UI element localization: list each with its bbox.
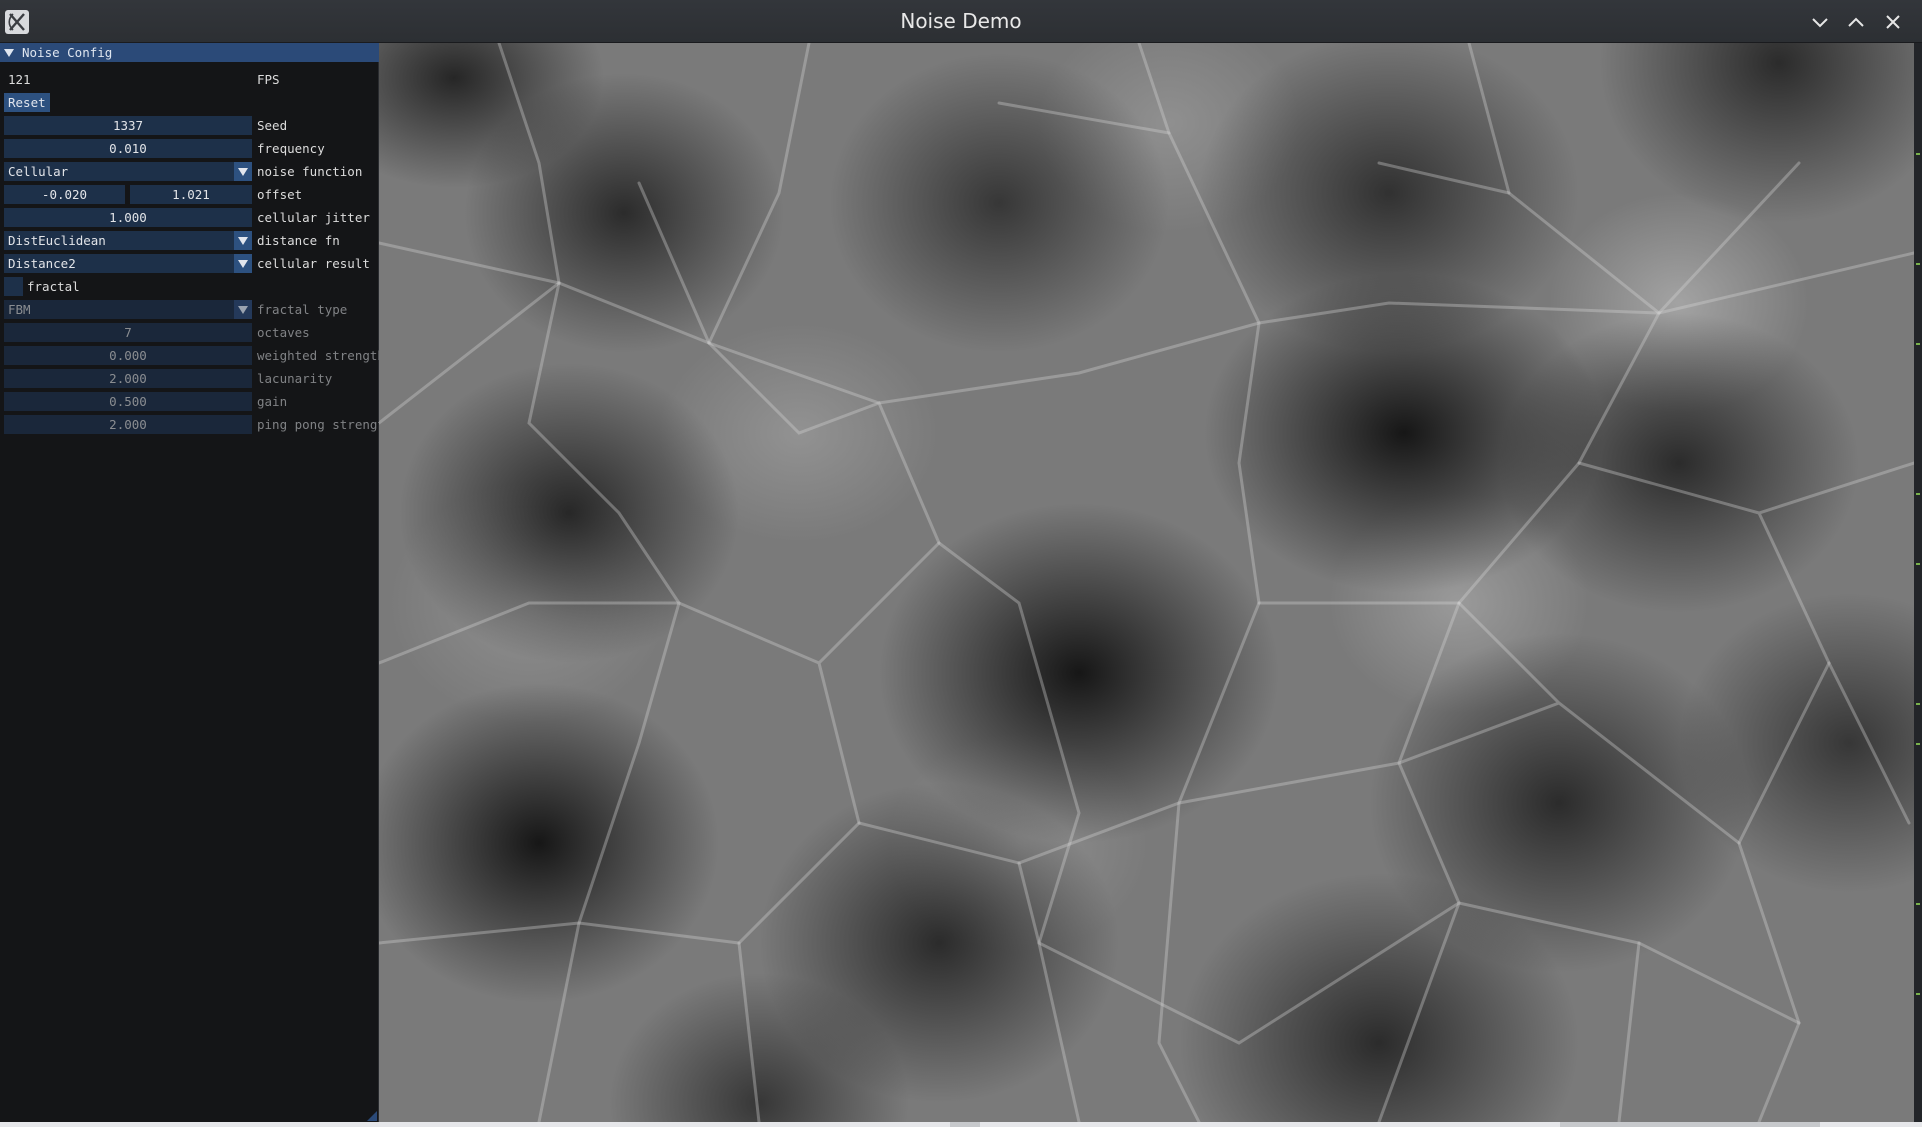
fractal-label: fractal: [27, 279, 80, 294]
cellular-result-dropdown[interactable]: Distance2: [4, 254, 252, 273]
panel-title: Noise Config: [22, 45, 113, 60]
taskbar-edge: [0, 1122, 1922, 1127]
fractal-type-dropdown[interactable]: FBM: [4, 300, 252, 319]
ping-pong-strength-slider[interactable]: 2.000: [4, 415, 252, 434]
dropdown-arrow-icon[interactable]: [234, 254, 252, 273]
gain-row: 0.500 gain: [0, 392, 379, 411]
dropdown-arrow-icon[interactable]: [234, 162, 252, 181]
lacunarity-row: 2.000 lacunarity: [0, 369, 379, 388]
gain-label: gain: [257, 394, 288, 409]
weighted-strength-slider[interactable]: 0.000: [4, 346, 252, 365]
offset-x-input[interactable]: -0.020: [4, 185, 125, 204]
cellular-result-row: Distance2 cellular result: [0, 254, 379, 273]
chevron-up-icon: [1848, 17, 1864, 27]
gain-slider[interactable]: 0.500: [4, 392, 252, 411]
distance-fn-value: DistEuclidean: [8, 233, 106, 248]
fractal-type-row: FBM fractal type: [0, 300, 379, 319]
cellular-result-label: cellular result: [257, 256, 370, 271]
noise-function-row: Cellular noise function: [0, 162, 379, 181]
fps-label: FPS: [257, 72, 280, 87]
distance-fn-label: distance fn: [257, 233, 340, 248]
resize-grip[interactable]: [367, 1111, 377, 1121]
octaves-label: octaves: [257, 325, 310, 340]
weighted-strength-row: 0.000 weighted strength: [0, 346, 379, 365]
seed-input[interactable]: 1337: [4, 116, 252, 135]
weighted-strength-label: weighted strength: [257, 348, 379, 363]
cell-edges: [379, 43, 1914, 1122]
distance-fn-row: DistEuclidean distance fn: [0, 231, 379, 250]
offset-y-input[interactable]: 1.021: [130, 185, 252, 204]
fractal-checkbox[interactable]: [4, 277, 23, 296]
window-title: Noise Demo: [900, 9, 1022, 33]
fractal-type-value: FBM: [8, 302, 31, 317]
lacunarity-label: lacunarity: [257, 371, 333, 386]
close-icon: [1886, 15, 1900, 29]
frequency-slider[interactable]: 0.010: [4, 139, 252, 158]
reset-button[interactable]: Reset: [4, 93, 50, 112]
offset-label: offset: [257, 187, 303, 202]
fractal-type-label: fractal type: [257, 302, 348, 317]
chevron-down-icon: [1812, 18, 1828, 28]
frequency-label: frequency: [257, 141, 325, 156]
octaves-row: 7 octaves: [0, 323, 379, 342]
maximize-button[interactable]: [1845, 11, 1867, 33]
fps-row: 121 FPS: [0, 70, 379, 89]
ping-pong-strength-label: ping pong strength: [257, 417, 379, 432]
reset-row: Reset: [0, 93, 379, 112]
dropdown-arrow-icon[interactable]: [234, 300, 252, 319]
noise-function-value: Cellular: [8, 164, 69, 179]
octaves-slider[interactable]: 7: [4, 323, 252, 342]
cellular-jitter-slider[interactable]: 1.000: [4, 208, 252, 227]
offset-row: -0.020 1.021 offset: [0, 185, 379, 204]
collapse-arrow-icon[interactable]: [4, 49, 14, 57]
seed-row: 1337 Seed: [0, 116, 379, 135]
cellular-result-value: Distance2: [8, 256, 76, 271]
seed-label: Seed: [257, 118, 288, 133]
close-button[interactable]: [1882, 11, 1904, 33]
ping-pong-strength-row: 2.000 ping pong strength: [0, 415, 379, 434]
noise-function-label: noise function: [257, 164, 363, 179]
window-titlebar[interactable]: Noise Demo: [0, 0, 1922, 43]
dropdown-arrow-icon[interactable]: [234, 231, 252, 250]
lacunarity-slider[interactable]: 2.000: [4, 369, 252, 388]
distance-fn-dropdown[interactable]: DistEuclidean: [4, 231, 252, 250]
background-window-edge: [1914, 43, 1922, 1127]
frequency-row: 0.010 frequency: [0, 139, 379, 158]
noise-function-dropdown[interactable]: Cellular: [4, 162, 252, 181]
fps-value: 121: [8, 72, 31, 87]
noise-config-panel: Noise Config 121 FPS Reset 1337 Seed 0.0…: [0, 43, 379, 1122]
minimize-button[interactable]: [1809, 11, 1831, 33]
panel-header[interactable]: Noise Config: [0, 43, 379, 62]
cellular-jitter-row: 1.000 cellular jitter: [0, 208, 379, 227]
fractal-row: fractal: [0, 277, 379, 296]
noise-canvas[interactable]: [379, 43, 1914, 1122]
cellular-jitter-label: cellular jitter: [257, 210, 370, 225]
